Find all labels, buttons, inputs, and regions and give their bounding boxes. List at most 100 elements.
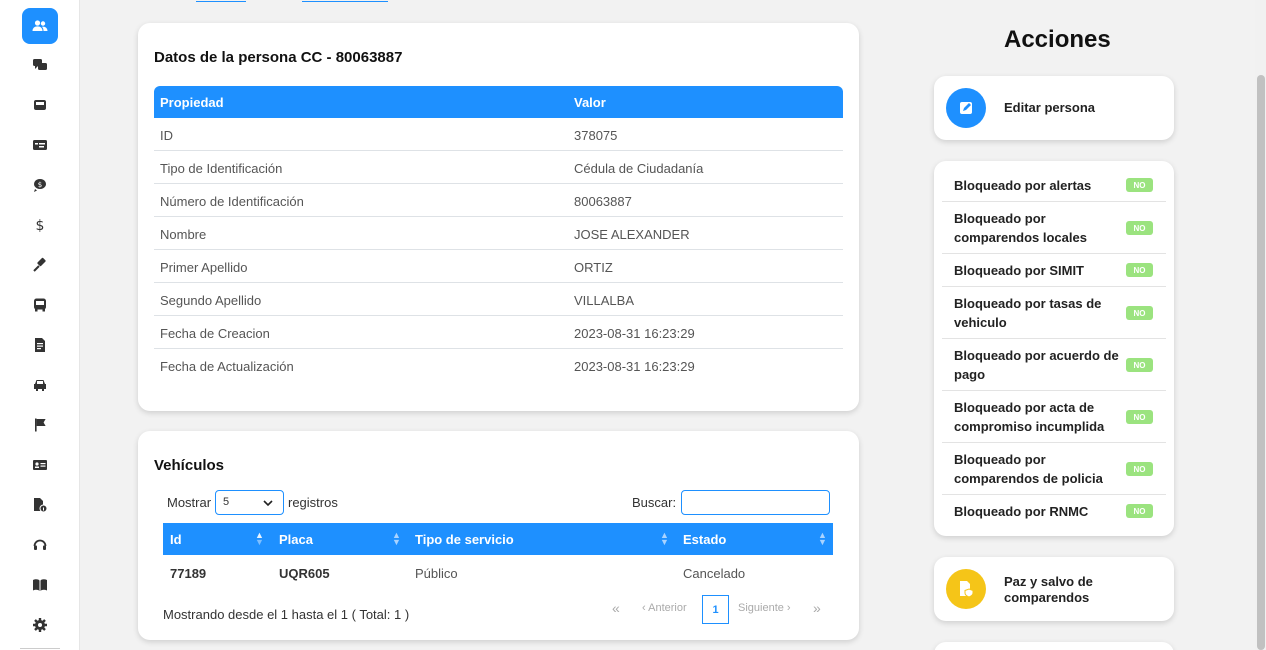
sidebar-item-coin[interactable]: $ xyxy=(22,167,58,203)
records-label: registros xyxy=(288,495,338,510)
sidebar-item-file-info[interactable] xyxy=(22,487,58,523)
sidebar-item-car[interactable] xyxy=(22,367,58,403)
paz-label: Paz y salvo de comparendos xyxy=(1004,574,1093,606)
prev-page-button[interactable]: ‹ Anterior xyxy=(642,602,687,614)
block-row: Bloqueado por SIMIT NO xyxy=(942,254,1166,287)
address-card-icon xyxy=(33,460,47,470)
column-header-id[interactable]: Id xyxy=(170,532,182,547)
sidebar-item-id-card[interactable] xyxy=(22,127,58,163)
card-title: Vehículos xyxy=(154,457,225,474)
sort-asc-icon[interactable]: ▲ ▼ xyxy=(255,531,264,547)
paz-y-salvo-button[interactable]: Paz y salvo de comparendos xyxy=(934,557,1174,621)
scrollbar-thumb[interactable] xyxy=(1257,75,1265,650)
property-label: Nombre xyxy=(160,227,207,242)
property-label: Tipo de Identificación xyxy=(160,161,283,176)
paz-icon-circle xyxy=(946,569,986,609)
coin-icon: $ xyxy=(34,179,47,192)
bus-icon xyxy=(34,298,46,312)
vehicle-id: 77189 xyxy=(170,566,207,581)
car-icon xyxy=(34,380,46,391)
status-badge: NO xyxy=(1126,410,1153,424)
sidebar: $ $ xyxy=(0,0,80,650)
block-label: Bloqueado por SIMIT xyxy=(954,263,1084,278)
property-label: ID xyxy=(160,128,173,143)
table-row: Tipo de Identificación Cédula de Ciudadan… xyxy=(154,151,843,184)
table-row[interactable]: 77189 UQR605 Público Cancelado xyxy=(163,555,833,589)
sidebar-item-document[interactable] xyxy=(22,327,58,363)
block-label: Bloqueado por comparendos de policia xyxy=(954,452,1103,486)
table-row: Primer Apellido ORTIZ xyxy=(154,250,843,283)
gavel-icon xyxy=(33,257,46,272)
block-row: Bloqueado por alertas NO xyxy=(942,169,1166,202)
property-value: 2023-08-31 16:23:29 xyxy=(574,326,695,341)
block-row: Bloqueado por tasas de vehiculo NO xyxy=(942,287,1166,339)
chevron-down-icon xyxy=(263,500,273,507)
sidebar-item-inbox[interactable] xyxy=(22,87,58,123)
property-value: Cédula de Ciudadanía xyxy=(574,161,704,176)
gear-icon xyxy=(33,618,47,632)
search-input[interactable] xyxy=(681,490,830,515)
edit-icon xyxy=(960,102,972,114)
card-title: Datos de la persona CC - 80063887 xyxy=(154,49,403,66)
next-page-button[interactable]: Siguiente › xyxy=(738,602,791,614)
status-badge: NO xyxy=(1126,221,1153,235)
page-size-value: 5 xyxy=(223,496,230,508)
users-icon xyxy=(32,20,48,31)
vehicle-tipo: Público xyxy=(415,566,458,581)
paz-label-line1: Paz y salvo de xyxy=(1004,574,1093,589)
sidebar-item-address-card[interactable] xyxy=(22,447,58,483)
block-label: Bloqueado por acuerdo de pago xyxy=(954,348,1119,382)
sidebar-item-headset[interactable] xyxy=(22,527,58,563)
table-row: Fecha de Creacion 2023-08-31 16:23:29 xyxy=(154,316,843,349)
edit-person-button[interactable]: Editar persona xyxy=(934,76,1174,140)
table-row: Número de Identificación 80063887 xyxy=(154,184,843,217)
block-label: Bloqueado por comparendos locales xyxy=(954,211,1087,245)
chat-icon xyxy=(33,59,47,70)
block-label: Bloqueado por acta de compromiso incumpl… xyxy=(954,400,1105,434)
sidebar-item-chat[interactable] xyxy=(22,47,58,83)
sidebar-item-bus[interactable] xyxy=(22,287,58,323)
file-shield-icon xyxy=(960,581,974,598)
page-1-button[interactable]: 1 xyxy=(702,595,729,624)
table-row: Segundo Apellido VILLALBA xyxy=(154,283,843,316)
sort-icon[interactable]: ▲ ▼ xyxy=(818,531,827,547)
sidebar-item-gavel[interactable] xyxy=(22,247,58,283)
sidebar-item-book[interactable] xyxy=(22,567,58,603)
edit-person-label: Editar persona xyxy=(1004,100,1096,115)
last-page-button[interactable]: » xyxy=(813,600,821,616)
table-header: Propiedad Valor xyxy=(154,86,843,118)
status-badge: NO xyxy=(1126,263,1153,277)
file-info-icon xyxy=(34,498,48,513)
status-badge: NO xyxy=(1126,462,1153,476)
property-label: Fecha de Creacion xyxy=(160,326,270,341)
sidebar-item-dollar[interactable]: $ xyxy=(22,207,58,243)
sort-icon[interactable]: ▲ ▼ xyxy=(392,531,401,547)
sidebar-item-users[interactable] xyxy=(22,8,58,44)
next-action-card[interactable] xyxy=(934,642,1174,650)
block-row: Bloqueado por acuerdo de pago NO xyxy=(942,339,1166,391)
svg-text:$: $ xyxy=(36,218,45,233)
sort-icon[interactable]: ▲ ▼ xyxy=(660,531,669,547)
breadcrumb-link[interactable] xyxy=(302,0,388,2)
vehicle-placa: UQR605 xyxy=(279,566,330,581)
paz-label-line2: comparendos xyxy=(1004,590,1090,605)
sidebar-item-flag[interactable] xyxy=(22,407,58,443)
block-label: Bloqueado por RNMC xyxy=(954,504,1089,519)
property-value: JOSE ALEXANDER xyxy=(574,227,690,242)
first-page-button[interactable]: « xyxy=(612,600,620,616)
search-label: Buscar: xyxy=(632,495,677,510)
column-header-estado[interactable]: Estado xyxy=(683,532,726,547)
sidebar-item-settings[interactable] xyxy=(22,607,58,643)
property-label: Primer Apellido xyxy=(160,260,248,275)
breadcrumb-link[interactable] xyxy=(196,0,246,2)
column-header-placa[interactable]: Placa xyxy=(279,532,313,547)
page-size-select[interactable]: 5 xyxy=(215,490,284,515)
block-row: Bloqueado por acta de compromiso incumpl… xyxy=(942,391,1166,443)
table-row: Fecha de Actualización 2023-08-31 16:23:2… xyxy=(154,349,843,382)
sidebar-divider xyxy=(20,648,60,649)
flag-icon xyxy=(35,418,46,432)
block-row: Bloqueado por comparendos de policia NO xyxy=(942,443,1166,495)
column-header-tipo[interactable]: Tipo de servicio xyxy=(415,532,514,547)
document-icon xyxy=(35,338,45,352)
person-data-card: Datos de la persona CC - 80063887 Propie… xyxy=(138,23,859,411)
